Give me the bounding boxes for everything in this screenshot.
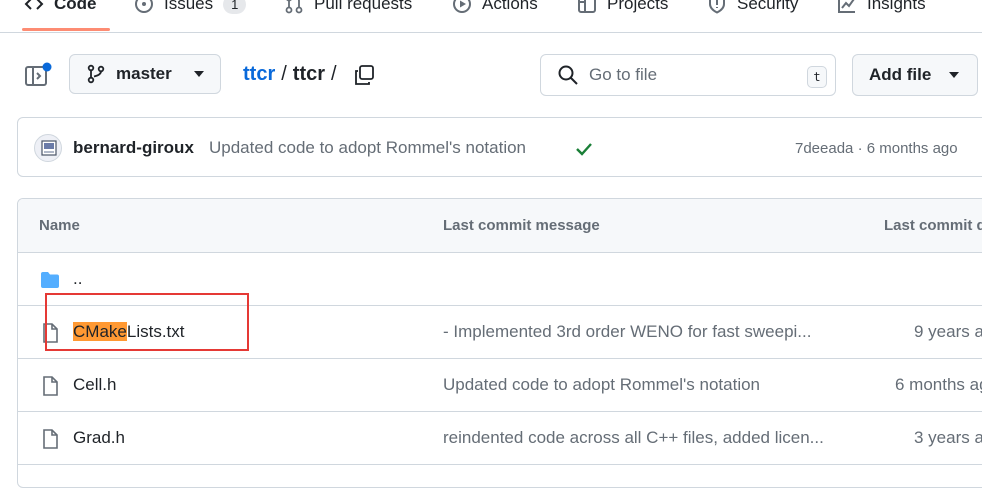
- issue-icon: [135, 0, 153, 13]
- branch-selector-button[interactable]: master: [69, 54, 221, 94]
- latest-commit-box: bernard-giroux Updated code to adopt Rom…: [17, 117, 982, 177]
- tab-projects[interactable]: Projects: [577, 0, 668, 18]
- commit-message-link[interactable]: Updated code to adopt Rommel's notation: [209, 138, 526, 158]
- file-name-link[interactable]: Grad.h: [73, 428, 125, 448]
- file-commit-message[interactable]: reindented code across all C++ files, ad…: [443, 428, 824, 448]
- table-icon: [578, 0, 596, 13]
- tab-security[interactable]: Security: [707, 0, 798, 18]
- breadcrumb: ttcr / ttcr /: [243, 63, 375, 86]
- copy-icon[interactable]: [353, 64, 375, 86]
- parent-directory-link[interactable]: ..: [73, 269, 82, 289]
- file-commit-message[interactable]: Updated code to adopt Rommel's notation: [443, 375, 760, 395]
- go-to-file-search[interactable]: Go to file t: [540, 54, 836, 96]
- tab-security-label: Security: [737, 0, 799, 13]
- breadcrumb-separator: /: [281, 63, 287, 85]
- file-name-link[interactable]: Cell.h: [73, 375, 116, 395]
- avatar-image: [41, 140, 57, 156]
- commit-hash-and-time[interactable]: 7deeada · 6 months ago: [795, 140, 958, 157]
- tab-issues[interactable]: Issues 1: [134, 0, 247, 18]
- tab-insights-label: Insights: [867, 0, 926, 13]
- breadcrumb-repo-link[interactable]: ttcr: [243, 63, 275, 86]
- tab-code-label: Code: [54, 0, 97, 13]
- tab-actions-label: Actions: [482, 0, 538, 13]
- column-header-date: Last commit date: [884, 217, 982, 234]
- commit-author-link[interactable]: bernard-giroux: [73, 138, 194, 158]
- issues-counter: 1: [223, 0, 247, 14]
- tab-pull-requests[interactable]: Pull requests: [284, 0, 412, 18]
- tab-actions[interactable]: Actions: [452, 0, 538, 18]
- search-placeholder: Go to file: [589, 65, 658, 84]
- branch-name: master: [116, 64, 172, 83]
- sidebar-toggle-icon[interactable]: [24, 62, 52, 90]
- repo-nav: Code Issues 1 Pull requests Actions Proj…: [0, 0, 982, 33]
- tab-issues-label: Issues: [164, 0, 214, 13]
- breadcrumb-trailing-separator: /: [331, 63, 337, 85]
- shield-icon: [709, 0, 725, 14]
- add-file-label: Add file: [869, 65, 932, 84]
- keyboard-shortcut-hint: t: [807, 66, 827, 88]
- file-commit-date: 9 years ago: [914, 322, 982, 341]
- tab-insights[interactable]: Insights: [837, 0, 926, 18]
- file-commit-date: 3 years ago: [914, 428, 982, 447]
- chevron-down-icon: [949, 72, 960, 78]
- folder-icon: [41, 272, 59, 288]
- column-header-message: Last commit message: [443, 217, 600, 234]
- code-icon: [24, 0, 44, 10]
- annotation-highlight-box: [45, 293, 249, 351]
- tab-projects-label: Projects: [607, 0, 669, 13]
- search-icon: [558, 65, 578, 85]
- play-icon: [453, 0, 471, 13]
- file-commit-date: 6 months ago: [895, 375, 982, 394]
- active-tab-underline: [22, 28, 110, 31]
- table-row[interactable]: Grad.h reindented code across all C++ fi…: [18, 411, 982, 465]
- git-branch-icon: [87, 64, 105, 84]
- chevron-down-icon: [193, 71, 204, 77]
- graph-icon: [838, 0, 855, 13]
- breadcrumb-current-dir: ttcr: [292, 63, 326, 85]
- check-icon[interactable]: [574, 140, 594, 158]
- file-icon: [43, 429, 58, 449]
- pull-request-icon: [285, 0, 303, 14]
- file-commit-message[interactable]: - Implemented 3rd order WENO for fast sw…: [443, 322, 811, 342]
- column-header-name: Name: [39, 217, 80, 234]
- add-file-button[interactable]: Add file: [852, 54, 978, 96]
- avatar[interactable]: [34, 134, 62, 162]
- file-icon: [43, 376, 58, 396]
- tab-code[interactable]: Code: [24, 0, 97, 18]
- table-row[interactable]: Cell.h Updated code to adopt Rommel's no…: [18, 358, 982, 412]
- tab-pull-requests-label: Pull requests: [314, 0, 413, 13]
- table-header: Name Last commit message Last commit dat…: [18, 199, 982, 253]
